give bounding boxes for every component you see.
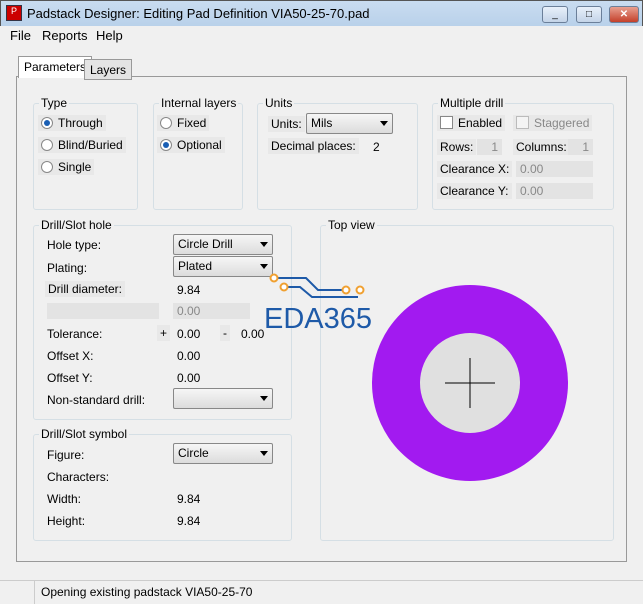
chevron-down-icon — [260, 451, 268, 456]
rows-field[interactable]: 1 — [477, 139, 502, 155]
radio-icon — [160, 139, 172, 151]
figure-value: Circle — [178, 446, 209, 460]
units-select[interactable]: Mils — [306, 113, 393, 134]
decimal-label: Decimal places: — [268, 138, 359, 154]
status-bar: Opening existing padstack VIA50-25-70 — [0, 580, 643, 604]
tolerance-minus-value[interactable]: 0.00 — [241, 327, 264, 341]
radio-icon — [41, 161, 53, 173]
radio-blind-buried[interactable]: Blind/Buried — [38, 137, 126, 153]
tolerance-label: Tolerance: — [47, 327, 103, 341]
clearance-x-label: Clearance X: — [437, 161, 513, 177]
staggered-checkbox[interactable]: Staggered — [513, 115, 593, 131]
clearance-y-field[interactable]: 0.00 — [516, 183, 593, 199]
hole-type-select[interactable]: Circle Drill — [173, 234, 273, 255]
close-button[interactable]: ✕ — [609, 6, 639, 23]
offset-x-label: Offset X: — [47, 349, 94, 363]
checkbox-label: Enabled — [458, 116, 503, 130]
units-legend: Units — [265, 96, 293, 110]
svg-text:EDA365: EDA365 — [264, 303, 372, 332]
minimize-button[interactable]: _ — [542, 6, 568, 23]
drill-legend: Drill/Slot hole — [41, 218, 112, 232]
radio-icon — [160, 117, 172, 129]
plating-select[interactable]: Plated — [173, 256, 273, 277]
symbol-legend: Drill/Slot symbol — [41, 427, 128, 441]
eda365-watermark-logo: EDA365 — [264, 273, 372, 332]
hole-type-value: Circle Drill — [178, 237, 233, 251]
clearance-y-label: Clearance Y: — [437, 183, 512, 199]
decimal-value[interactable]: 2 — [373, 140, 380, 154]
title-bar: P Padstack Designer: Editing Pad Definit… — [0, 0, 643, 26]
height-value[interactable]: 9.84 — [177, 514, 200, 528]
chevron-down-icon — [380, 121, 388, 126]
figure-label: Figure: — [47, 448, 85, 462]
width-label: Width: — [47, 492, 82, 506]
app-icon: P — [6, 5, 22, 21]
menu-file[interactable]: File — [10, 28, 31, 43]
non-standard-drill-select[interactable] — [173, 388, 273, 409]
chevron-down-icon — [260, 264, 268, 269]
drill-diameter-label: Drill diameter: — [45, 281, 126, 297]
status-text: Opening existing padstack VIA50-25-70 — [41, 585, 253, 599]
offset-x-value[interactable]: 0.00 — [177, 349, 200, 363]
radio-label: Blind/Buried — [58, 138, 123, 152]
disabled-field — [47, 303, 159, 319]
rows-label: Rows: — [437, 139, 477, 155]
chevron-down-icon — [260, 242, 268, 247]
minus-sign: - — [220, 325, 230, 341]
height-label: Height: — [47, 514, 86, 528]
internal-legend: Internal layers — [161, 96, 237, 110]
checkbox-label: Staggered — [534, 116, 590, 130]
radio-label: Optional — [177, 138, 222, 152]
maximize-button[interactable]: □ — [576, 6, 602, 23]
width-value[interactable]: 9.84 — [177, 492, 200, 506]
window-title: Padstack Designer: Editing Pad Definitio… — [27, 6, 370, 21]
radio-single[interactable]: Single — [38, 159, 95, 175]
type-group: Type — [33, 96, 138, 210]
tab-parameters[interactable]: Parameters — [18, 56, 93, 78]
type-legend: Type — [41, 96, 68, 110]
columns-label: Columns: — [513, 139, 570, 155]
radio-icon — [41, 139, 53, 151]
tab-layers[interactable]: Layers — [84, 59, 133, 80]
pad-preview — [372, 285, 568, 481]
menu-help[interactable]: Help — [96, 28, 123, 43]
plating-value: Plated — [178, 259, 213, 273]
characters-label: Characters: — [47, 470, 110, 484]
radio-fixed[interactable]: Fixed — [157, 115, 210, 131]
columns-field[interactable]: 1 — [568, 139, 593, 155]
clearance-x-field[interactable]: 0.00 — [516, 161, 593, 177]
figure-select[interactable]: Circle — [173, 443, 273, 464]
multi-legend: Multiple drill — [440, 96, 504, 110]
plus-sign: + — [157, 325, 171, 341]
menu-reports[interactable]: Reports — [42, 28, 88, 43]
radio-through[interactable]: Through — [38, 115, 106, 131]
offset-y-value[interactable]: 0.00 — [177, 371, 200, 385]
hole-type-label: Hole type: — [47, 238, 102, 252]
non-standard-drill-label: Non-standard drill: — [47, 393, 146, 407]
radio-label: Single — [58, 160, 92, 174]
radio-optional[interactable]: Optional — [157, 137, 225, 153]
enabled-checkbox[interactable]: Enabled — [437, 115, 506, 131]
radio-icon — [41, 117, 53, 129]
radio-label: Fixed — [177, 116, 207, 130]
plating-label: Plating: — [47, 261, 88, 275]
secondary-diameter-field[interactable]: 0.00 — [173, 303, 250, 319]
internal-layers-group: Internal layers — [153, 96, 243, 210]
tolerance-plus-value[interactable]: 0.00 — [177, 327, 200, 341]
units-value: Mils — [311, 116, 333, 130]
checkbox-icon — [440, 116, 453, 129]
radio-label: Through — [58, 116, 103, 130]
offset-y-label: Offset Y: — [47, 371, 93, 385]
chevron-down-icon — [260, 396, 268, 401]
top-view-legend: Top view — [328, 218, 375, 232]
checkbox-icon — [516, 116, 529, 129]
drill-diameter-value[interactable]: 9.84 — [177, 283, 200, 297]
units-label: Units: — [268, 116, 305, 132]
